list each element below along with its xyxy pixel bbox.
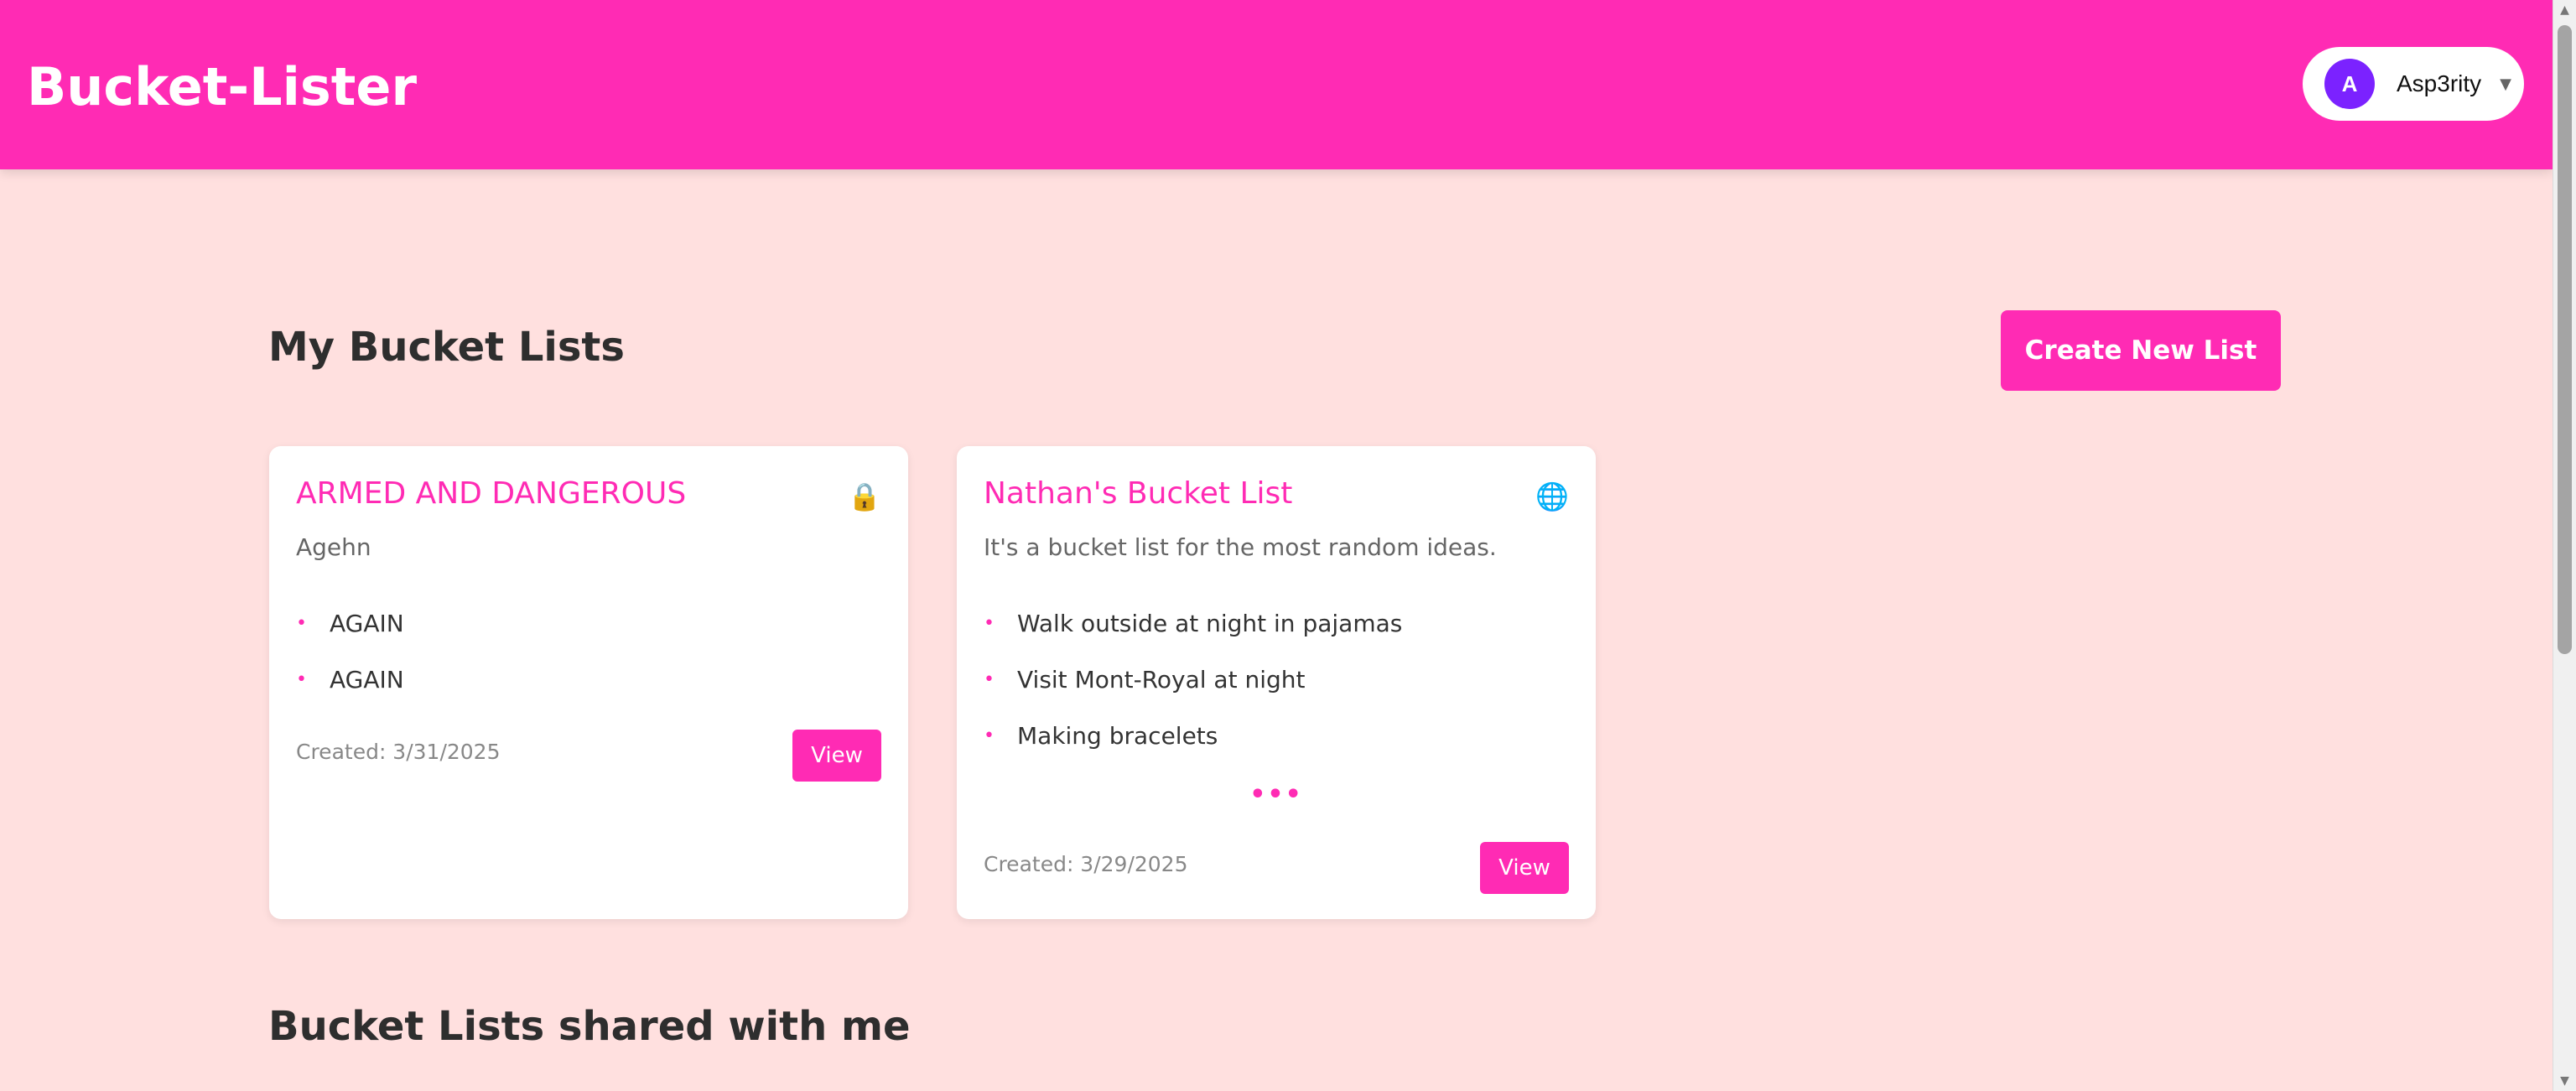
card-description: It's a bucket list for the most random i… (984, 533, 1497, 561)
scroll-up-arrow-icon[interactable]: ▲ (2553, 0, 2576, 20)
bullet-icon: • (296, 613, 307, 634)
bucket-list-card: ARMED AND DANGEROUS 🔒 Agehn • AGAIN • AGAI… (269, 446, 908, 919)
card-item-list: • AGAIN • AGAIN (296, 595, 404, 708)
bullet-icon: • (984, 613, 995, 634)
globe-icon: 🌐 (1535, 481, 1569, 512)
list-item: • AGAIN (296, 652, 404, 708)
scroll-down-arrow-icon[interactable]: ▼ (2553, 1071, 2576, 1091)
lock-icon: 🔒 (848, 481, 881, 512)
app-header: Bucket-Lister A Asp3rity ▼ (0, 0, 2553, 169)
username-label: Asp3rity (2397, 70, 2482, 96)
list-item: • Visit Mont-Royal at night (984, 652, 1402, 708)
list-item-text: Visit Mont-Royal at night (1017, 666, 1306, 694)
list-item-text: Making bracelets (1017, 722, 1218, 750)
user-menu-button[interactable]: A Asp3rity ▼ (2303, 47, 2524, 121)
bullet-icon: • (984, 669, 995, 690)
shared-lists-heading: Bucket Lists shared with me (268, 1003, 911, 1050)
card-title[interactable]: Nathan's Bucket List (984, 476, 1292, 511)
list-item: • AGAIN (296, 595, 404, 652)
card-description: Agehn (296, 533, 371, 561)
list-item: • Making bracelets (984, 708, 1402, 764)
created-date: Created: 3/31/2025 (296, 740, 501, 764)
created-date: Created: 3/29/2025 (984, 852, 1188, 876)
chevron-down-icon: ▼ (2500, 75, 2511, 93)
avatar: A (2324, 59, 2375, 109)
list-item-text: AGAIN (330, 610, 404, 637)
page-scrollbar[interactable]: ▲ ▼ (2553, 0, 2576, 1091)
card-title[interactable]: ARMED AND DANGEROUS (296, 476, 686, 511)
list-item-text: AGAIN (330, 666, 404, 694)
bullet-icon: • (296, 669, 307, 690)
list-item: • Walk outside at night in pajamas (984, 595, 1402, 652)
view-button[interactable]: View (1480, 842, 1569, 894)
bucket-list-card: Nathan's Bucket List 🌐 It's a bucket lis… (957, 446, 1596, 919)
card-item-list: • Walk outside at night in pajamas • Visit… (984, 595, 1402, 764)
scrollbar-thumb[interactable] (2558, 25, 2572, 654)
bullet-icon: • (984, 725, 995, 746)
more-items-ellipsis: ••• (1249, 780, 1303, 809)
view-button[interactable]: View (792, 730, 881, 782)
app-title[interactable]: Bucket-Lister (27, 54, 417, 121)
create-new-list-button[interactable]: Create New List (2001, 310, 2281, 391)
my-lists-heading: My Bucket Lists (268, 324, 625, 371)
list-item-text: Walk outside at night in pajamas (1017, 610, 1403, 637)
